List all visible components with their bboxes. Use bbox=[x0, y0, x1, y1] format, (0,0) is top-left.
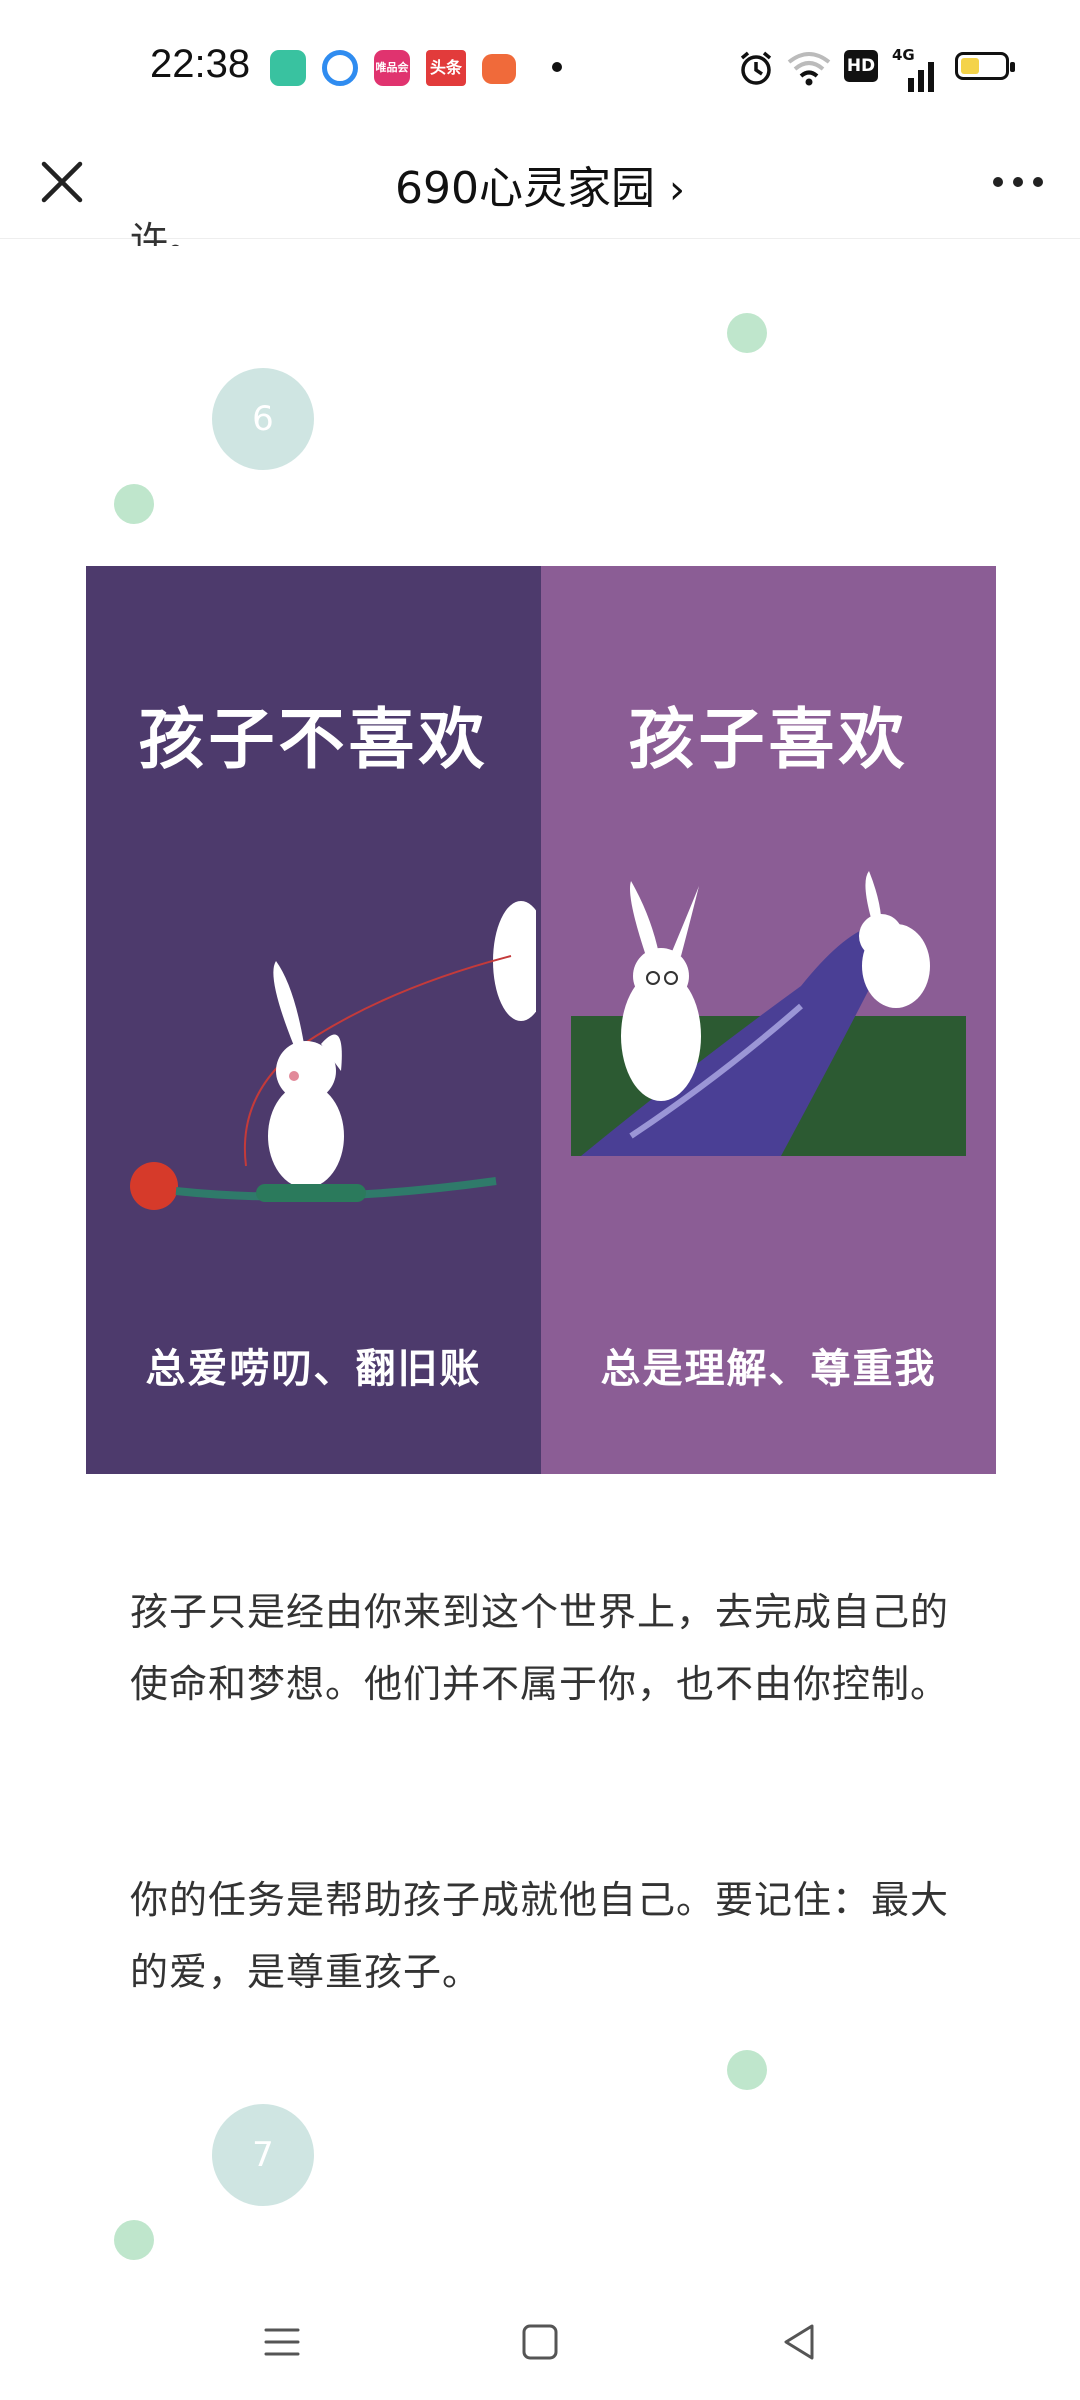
chevron-right-icon: › bbox=[668, 167, 685, 213]
right-panel-caption: 总是理解、尊重我 bbox=[600, 1346, 937, 1392]
section-number-badge: 7 bbox=[212, 2104, 314, 2206]
home-icon[interactable] bbox=[516, 2318, 564, 2366]
paragraph-2: 你的任务是帮助孩子成就他自己。要记住：最大的爱，是尊重孩子。 bbox=[130, 1878, 950, 1994]
text-fragment: 许。 bbox=[130, 219, 207, 246]
section-number-badge: 6 bbox=[212, 368, 314, 470]
right-panel-heading: 孩子喜欢 bbox=[628, 701, 909, 778]
more-options-icon[interactable] bbox=[986, 162, 1050, 202]
decorative-dot bbox=[114, 484, 154, 524]
book-app-icon bbox=[270, 50, 306, 86]
right-panel: 孩子喜欢 总是理解、尊重我 bbox=[541, 566, 996, 1474]
notification-dot-icon bbox=[552, 62, 562, 72]
status-time: 22:38 bbox=[150, 42, 251, 86]
signal-icon bbox=[908, 62, 934, 92]
decorative-dot bbox=[727, 313, 767, 353]
toutiao-app-icon: 头条 bbox=[426, 50, 466, 86]
rabbit-yarn-illustration bbox=[130, 901, 536, 1210]
wifi-icon bbox=[787, 52, 831, 86]
browser-app-icon bbox=[322, 50, 358, 86]
account-title: 690心灵家园 bbox=[395, 163, 655, 214]
left-panel-heading: 孩子不喜欢 bbox=[138, 701, 489, 778]
decorative-dot bbox=[114, 2220, 154, 2260]
back-icon[interactable] bbox=[776, 2318, 824, 2366]
hd-icon: HD bbox=[844, 50, 878, 82]
game-app-icon bbox=[482, 54, 516, 84]
comparison-illustration[interactable]: 孩子不喜欢 总爱唠叨、翻旧账 孩子喜欢 总是理解、尊重我 bbox=[86, 566, 996, 1474]
left-panel: 孩子不喜欢 总爱唠叨、翻旧账 bbox=[86, 566, 541, 1474]
decorative-dot bbox=[727, 2050, 767, 2090]
status-bar: 22:38 唯品会 头条 HD 4G bbox=[0, 0, 1080, 130]
paragraph-1: 孩子只是经由你来到这个世界上，去完成自己的使命和梦想。他们并不属于你，也不由你控… bbox=[130, 1590, 950, 1706]
menu-icon[interactable] bbox=[258, 2318, 306, 2366]
rabbit-galaxy-illustration bbox=[571, 871, 966, 1156]
battery-icon bbox=[955, 52, 1015, 80]
system-nav-bar bbox=[0, 2280, 1080, 2400]
left-panel-caption: 总爱唠叨、翻旧账 bbox=[145, 1346, 482, 1392]
vip-app-icon: 唯品会 bbox=[374, 50, 410, 86]
account-title-link[interactable]: 690心灵家园 › bbox=[0, 152, 1080, 216]
alarm-icon bbox=[740, 51, 772, 85]
